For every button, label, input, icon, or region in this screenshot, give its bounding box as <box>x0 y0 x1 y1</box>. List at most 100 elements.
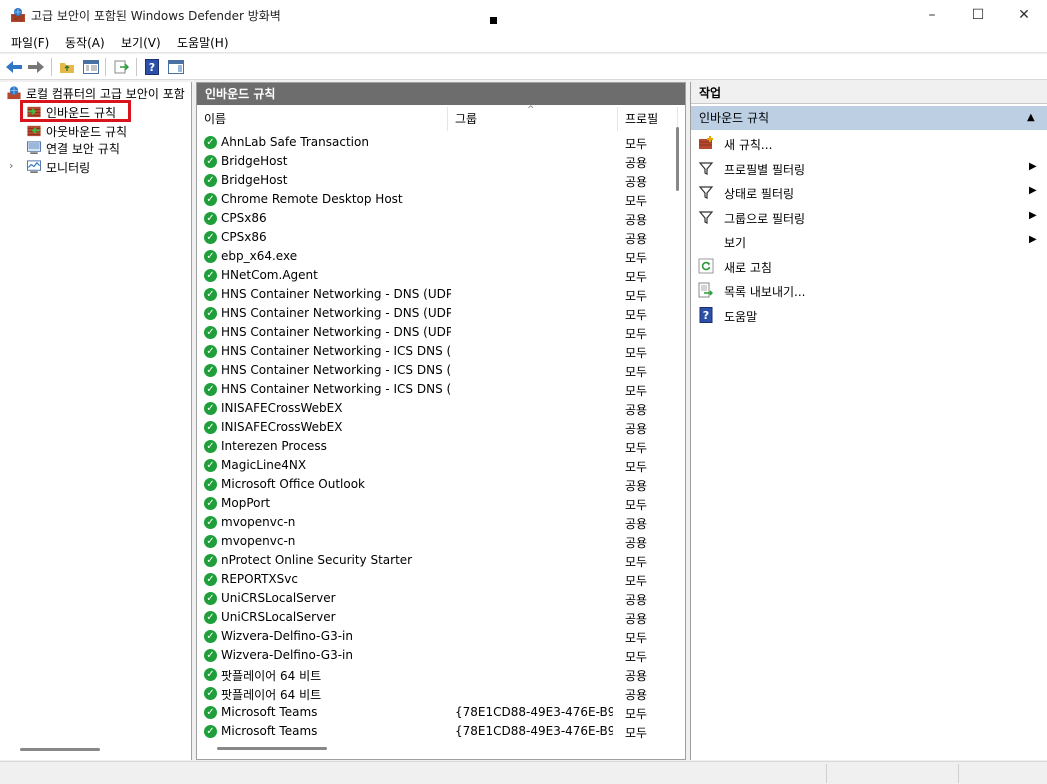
table-row[interactable]: ✓ INISAFECrossWebEX 공용 <box>197 418 677 437</box>
collapse-arrow-icon[interactable]: ▲ <box>1027 106 1035 130</box>
submenu-arrow-icon: ▶ <box>1029 234 1037 245</box>
rule-name-cell: CPSx86 <box>221 230 267 244</box>
table-row[interactable]: ✓ ebp_x64.exe 모두 <box>197 247 677 266</box>
horizontal-scrollbar[interactable] <box>217 747 327 750</box>
show-hide-tree-button[interactable] <box>81 57 101 77</box>
table-row[interactable]: ✓ Interezen Process 모두 <box>197 437 677 456</box>
action-filter-by-state[interactable]: 상태로 필터링 ▶ <box>691 180 1047 204</box>
table-row[interactable]: ✓ Microsoft Teams {78E1CD88-49E3-476E-B9..… <box>197 703 677 722</box>
export-button[interactable] <box>112 57 132 77</box>
table-row[interactable]: ✓ CPSx86 공용 <box>197 209 677 228</box>
table-row[interactable]: ✓ HNS Container Networking - ICS DNS (...… <box>197 380 677 399</box>
table-row[interactable]: ✓ Wizvera-Delfino-G3-in 모두 <box>197 646 677 665</box>
table-row[interactable]: ✓ REPORTXSvc 모두 <box>197 570 677 589</box>
new-rule-icon <box>698 135 714 151</box>
action-filter-by-group[interactable]: 그룹으로 필터링 ▶ <box>691 205 1047 229</box>
maximize-button[interactable]: ☐ <box>955 0 1001 30</box>
table-row[interactable]: ✓ HNS Container Networking - DNS (UDP... 모… <box>197 304 677 323</box>
actions-pane: 작업 인바운드 규칙 ▲ 새 규칙... 프로필별 필터링 ▶ 상태로 필터링 ▶ 그룹으… <box>690 82 1047 760</box>
rule-name-cell: HNS Container Networking - DNS (UDP... <box>221 325 451 339</box>
table-row[interactable]: ✓ HNS Container Networking - DNS (UDP... 모… <box>197 323 677 342</box>
back-button[interactable] <box>4 57 24 77</box>
vertical-scrollbar[interactable] <box>676 127 679 191</box>
table-row[interactable]: ✓ HNetCom.Agent 모두 <box>197 266 677 285</box>
help-button[interactable]: ? <box>142 57 162 77</box>
svg-text:?: ? <box>703 309 709 322</box>
rule-name-cell: Chrome Remote Desktop Host <box>221 192 403 206</box>
rule-enabled-check-icon: ✓ <box>204 402 217 415</box>
table-row[interactable]: ✓ Microsoft Office Outlook 공용 <box>197 475 677 494</box>
action-label: 보기 <box>724 236 747 250</box>
table-row[interactable]: ✓ BridgeHost 공용 <box>197 171 677 190</box>
rule-name-cell: REPORTXSvc <box>221 572 298 586</box>
table-row[interactable]: ✓ Wizvera-Delfino-G3-in 모두 <box>197 627 677 646</box>
action-filter-by-profile[interactable]: 프로필별 필터링 ▶ <box>691 156 1047 180</box>
rule-enabled-check-icon: ✓ <box>204 687 217 700</box>
rule-enabled-check-icon: ✓ <box>204 725 217 738</box>
table-row[interactable]: ✓ Chrome Remote Desktop Host 모두 <box>197 190 677 209</box>
minimize-button[interactable]: – <box>909 0 955 30</box>
rule-enabled-check-icon: ✓ <box>204 364 217 377</box>
table-row[interactable]: ✓ 팟플레이어 64 비트 공용 <box>197 665 677 684</box>
rule-name-cell: INISAFECrossWebEX <box>221 401 343 415</box>
toolbar-separator <box>51 58 52 76</box>
table-row[interactable]: ✓ nProtect Online Security Starter 모두 <box>197 551 677 570</box>
menu-help[interactable]: 도움말(H) <box>177 34 229 51</box>
action-new-rule[interactable]: 새 규칙... <box>691 131 1047 155</box>
rule-enabled-check-icon: ✓ <box>204 649 217 662</box>
tree-item-connection-security[interactable]: 연결 보안 규칙 <box>0 138 191 157</box>
action-pane-icon <box>168 60 184 74</box>
action-view[interactable]: 보기 ▶ <box>691 229 1047 253</box>
status-cell <box>958 764 1047 783</box>
rule-name-cell: INISAFECrossWebEX <box>221 420 343 434</box>
column-header-profile[interactable]: 프로필 <box>618 107 678 131</box>
menu-action[interactable]: 동작(A) <box>65 34 105 51</box>
rule-profile-cell: 모두 <box>625 308 648 322</box>
table-row[interactable]: ✓ 팟플레이어 64 비트 공용 <box>197 684 677 703</box>
action-export-list[interactable]: 목록 내보내기... <box>691 278 1047 302</box>
horizontal-scrollbar[interactable] <box>20 748 100 751</box>
table-row[interactable]: ✓ AhnLab Safe Transaction 모두 <box>197 133 677 152</box>
firewall-app-icon <box>11 8 25 22</box>
rule-name-cell: Wizvera-Delfino-G3-in <box>221 648 353 662</box>
table-row[interactable]: ✓ HNS Container Networking - ICS DNS (...… <box>197 361 677 380</box>
rule-name-cell: CPSx86 <box>221 211 267 225</box>
rule-name-cell: Microsoft Teams <box>221 705 318 719</box>
action-label: 목록 내보내기... <box>724 285 806 299</box>
submenu-arrow-icon: ▶ <box>1029 161 1037 172</box>
show-action-pane-button[interactable] <box>166 57 186 77</box>
table-row[interactable]: ✓ mvopenvc-n 공용 <box>197 532 677 551</box>
table-row[interactable]: ✓ Microsoft Teams {78E1CD88-49E3-476E-B9..… <box>197 722 677 741</box>
action-help[interactable]: ? 도움말 <box>691 303 1047 327</box>
tree-item-monitoring[interactable]: › 모니터링 <box>0 157 191 176</box>
help-icon: ? <box>698 307 714 323</box>
table-row[interactable]: ✓ CPSx86 공용 <box>197 228 677 247</box>
table-row[interactable]: ✓ UniCRSLocalServer 공용 <box>197 589 677 608</box>
table-row[interactable]: ✓ MopPort 모두 <box>197 494 677 513</box>
menu-view[interactable]: 보기(V) <box>121 34 161 51</box>
table-row[interactable]: ✓ MagicLine4NX 모두 <box>197 456 677 475</box>
table-row[interactable]: ✓ HNS Container Networking - DNS (UDP... 모… <box>197 285 677 304</box>
forward-button[interactable] <box>26 57 46 77</box>
help-icon: ? <box>145 59 159 75</box>
expand-chevron-icon[interactable]: › <box>9 159 13 172</box>
table-row[interactable]: ✓ UniCRSLocalServer 공용 <box>197 608 677 627</box>
table-row[interactable]: ✓ mvopenvc-n 공용 <box>197 513 677 532</box>
toolbar-separator <box>136 58 137 76</box>
rule-profile-cell: 공용 <box>625 536 648 550</box>
action-refresh[interactable]: 새로 고침 <box>691 254 1047 278</box>
actions-section-inbound[interactable]: 인바운드 규칙 ▲ <box>691 106 1047 130</box>
svg-text:?: ? <box>149 61 155 74</box>
column-header-name[interactable]: 이름 <box>197 107 448 131</box>
rule-name-cell: MagicLine4NX <box>221 458 307 472</box>
table-row[interactable]: ✓ INISAFECrossWebEX 공용 <box>197 399 677 418</box>
menu-file[interactable]: 파일(F) <box>11 34 49 51</box>
rule-profile-cell: 모두 <box>625 707 648 721</box>
status-bar <box>0 761 1047 784</box>
table-row[interactable]: ✓ HNS Container Networking - ICS DNS (...… <box>197 342 677 361</box>
up-folder-button[interactable] <box>57 57 77 77</box>
table-row[interactable]: ✓ BridgeHost 공용 <box>197 152 677 171</box>
close-button[interactable]: ✕ <box>1001 0 1047 30</box>
rule-profile-cell: 모두 <box>625 270 648 284</box>
rule-enabled-check-icon: ✓ <box>204 193 217 206</box>
